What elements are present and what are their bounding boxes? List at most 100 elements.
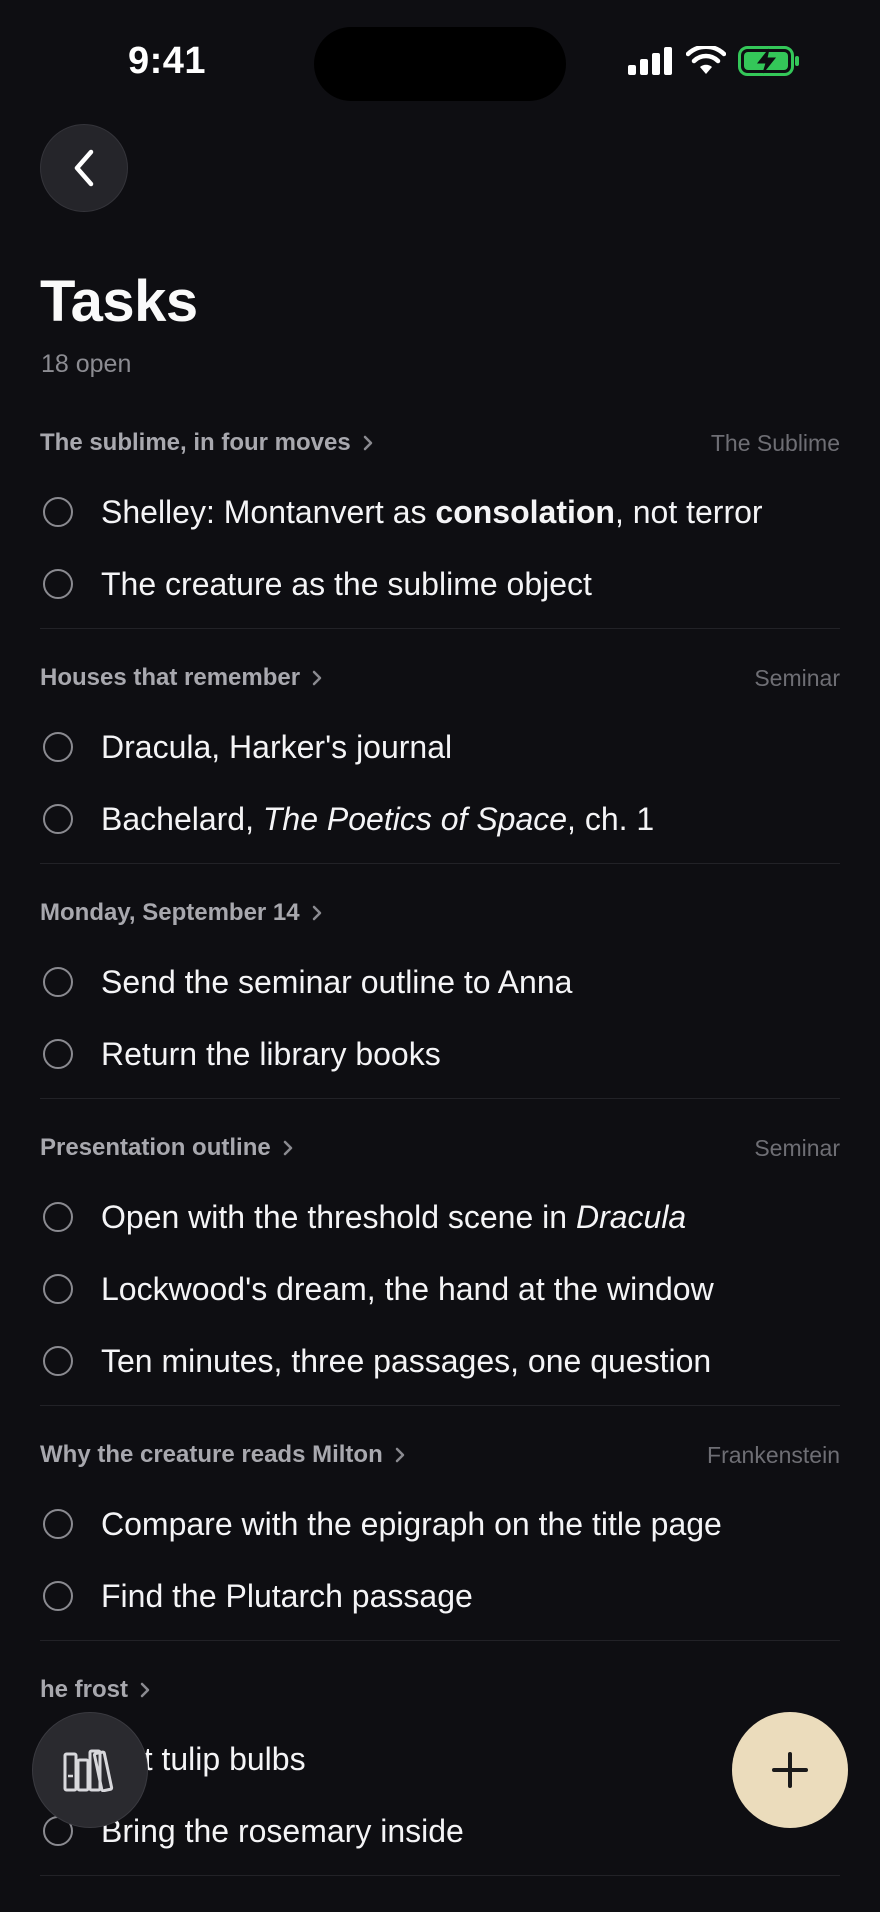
status-time: 9:41	[128, 40, 207, 82]
chevron-right-icon	[395, 1447, 404, 1463]
task-row[interactable]: Ten minutes, three passages, one questio…	[40, 1325, 840, 1397]
group-header[interactable]: The sublime, in four moves The Sublime	[40, 410, 840, 476]
group-header[interactable]: Houses that remember Seminar	[40, 645, 840, 711]
task-text: Return the library books	[101, 1036, 441, 1073]
group-title[interactable]: he frost	[40, 1676, 152, 1704]
chevron-left-icon	[74, 149, 94, 187]
task-text-segment: Dracula	[575, 1198, 687, 1235]
task-text-segment: Shelley: Montanvert as	[101, 493, 436, 530]
task-row[interactable]: Dracula, Harker's journal	[40, 711, 840, 783]
task-checkbox[interactable]	[43, 1581, 73, 1611]
group-tag: Seminar	[754, 664, 840, 691]
task-row[interactable]: lant tulip bulbs	[40, 1723, 840, 1795]
plus-icon	[772, 1752, 808, 1788]
task-checkbox[interactable]	[43, 732, 73, 762]
library-button[interactable]	[32, 1712, 148, 1828]
cellular-signal-icon	[628, 47, 672, 75]
task-text-segment: Lockwood's dream, the hand at the window	[101, 1270, 714, 1307]
chevron-right-icon	[312, 905, 321, 921]
task-text: Find the Plutarch passage	[101, 1578, 473, 1615]
task-text-segment: Dracula, Harker's journal	[101, 728, 453, 765]
task-text-segment: Find the Plutarch passage	[101, 1577, 473, 1614]
task-text-segment: consolation	[435, 493, 615, 530]
task-checkbox[interactable]	[43, 497, 73, 527]
group-header[interactable]: he frost	[40, 1657, 840, 1723]
group-header[interactable]: Why the creature reads Milton Frankenstei…	[40, 1422, 840, 1488]
task-checkbox[interactable]	[43, 569, 73, 599]
task-group: Presentation outline Seminar Open with the…	[40, 1115, 840, 1406]
group-tag: The Sublime	[710, 429, 840, 456]
dynamic-island	[314, 27, 566, 101]
task-text: Dracula, Harker's journal	[101, 729, 452, 766]
task-text: Lockwood's dream, the hand at the window	[101, 1271, 714, 1308]
group-tag: Seminar	[754, 1134, 840, 1161]
task-checkbox[interactable]	[43, 804, 73, 834]
task-checkbox[interactable]	[43, 1274, 73, 1304]
task-checkbox[interactable]	[43, 1509, 73, 1539]
task-group: Houses that remember Seminar Dracula, Hark…	[40, 645, 840, 864]
task-text-segment: , ch. 1	[567, 800, 655, 837]
add-task-button[interactable]	[732, 1712, 848, 1828]
task-text-segment: Send the seminar outline to Anna	[101, 963, 573, 1000]
task-text: Ten minutes, three passages, one questio…	[101, 1343, 711, 1380]
task-row[interactable]: Send the seminar outline to Anna	[40, 946, 840, 1018]
task-row[interactable]: Lockwood's dream, the hand at the window	[40, 1253, 840, 1325]
books-icon	[63, 1749, 114, 1792]
task-checkbox[interactable]	[43, 1346, 73, 1376]
task-text: Shelley: Montanvert as consolation, not …	[101, 494, 763, 531]
open-count: 18 open	[41, 350, 132, 378]
task-row[interactable]: Compare with the epigraph on the title p…	[40, 1488, 840, 1560]
chevron-right-icon	[312, 670, 322, 686]
task-row[interactable]: Open with the threshold scene in Dracula	[40, 1181, 840, 1253]
chevron-right-icon	[363, 435, 372, 451]
status-icons	[628, 46, 800, 76]
group-title[interactable]: Houses that remember	[40, 664, 324, 692]
task-row[interactable]: Shelley: Montanvert as consolation, not …	[40, 476, 840, 548]
task-group: Monday, September 14 Send the seminar out…	[40, 880, 840, 1099]
task-text-segment: Bachelard,	[101, 800, 263, 837]
group-title-text: Monday, September 14	[40, 899, 300, 926]
task-row[interactable]: Bring the rosemary inside	[40, 1795, 840, 1867]
task-group: The sublime, in four moves The Sublime She…	[40, 410, 840, 629]
task-text: Open with the threshold scene in Dracula	[101, 1199, 686, 1236]
task-row[interactable]: Return the library books	[40, 1018, 840, 1090]
wifi-icon	[686, 46, 726, 74]
group-title-text: Presentation outline	[40, 1134, 271, 1161]
task-text: Bring the rosemary inside	[101, 1813, 464, 1850]
task-text: Compare with the epigraph on the title p…	[101, 1506, 722, 1543]
back-button[interactable]	[40, 124, 128, 212]
task-row[interactable]: Find the Plutarch passage	[40, 1560, 840, 1632]
task-text: Send the seminar outline to Anna	[101, 964, 572, 1001]
task-text-segment: , not terror	[614, 493, 763, 530]
task-checkbox[interactable]	[43, 967, 73, 997]
task-text: The creature as the sublime object	[101, 566, 592, 603]
task-group: he frost lant tulip bulbs Bring the rosema…	[40, 1657, 840, 1876]
battery-charging-icon	[738, 46, 799, 76]
task-text-segment: Return the library books	[101, 1035, 441, 1072]
group-title[interactable]: Monday, September 14	[40, 899, 324, 927]
group-title-text: The sublime, in four moves	[40, 429, 351, 456]
task-checkbox[interactable]	[43, 1039, 73, 1069]
task-groups-list: The sublime, in four moves The Sublime She…	[40, 410, 840, 1892]
task-text-segment: Compare with the epigraph on the title p…	[101, 1505, 722, 1542]
group-title-text: Houses that remember	[40, 664, 301, 691]
task-text: Bachelard, The Poetics of Space, ch. 1	[101, 801, 654, 838]
group-title[interactable]: Presentation outline	[40, 1134, 295, 1162]
group-header[interactable]: Monday, September 14	[40, 880, 840, 946]
group-header[interactable]: Presentation outline Seminar	[40, 1115, 840, 1181]
task-row[interactable]: Bachelard, The Poetics of Space, ch. 1	[40, 783, 840, 855]
task-checkbox[interactable]	[43, 1202, 73, 1232]
status-bar: 9:41	[0, 0, 880, 110]
task-text-segment: The creature as the sublime object	[101, 565, 592, 602]
task-text-segment: Bring the rosemary inside	[101, 1812, 464, 1849]
task-group: Why the creature reads Milton Frankenstei…	[40, 1422, 840, 1641]
group-title-text: Why the creature reads Milton	[40, 1441, 383, 1468]
task-row[interactable]: The creature as the sublime object	[40, 548, 840, 620]
task-text-segment: The Poetics of Space	[262, 800, 568, 837]
page-title: Tasks	[40, 269, 198, 334]
group-title[interactable]: The sublime, in four moves	[40, 429, 375, 457]
group-title[interactable]: Why the creature reads Milton	[40, 1441, 407, 1469]
chevron-right-icon	[283, 1140, 292, 1156]
group-title-text: he frost	[40, 1676, 129, 1703]
task-text-segment: Ten minutes, three passages, one questio…	[101, 1342, 712, 1379]
